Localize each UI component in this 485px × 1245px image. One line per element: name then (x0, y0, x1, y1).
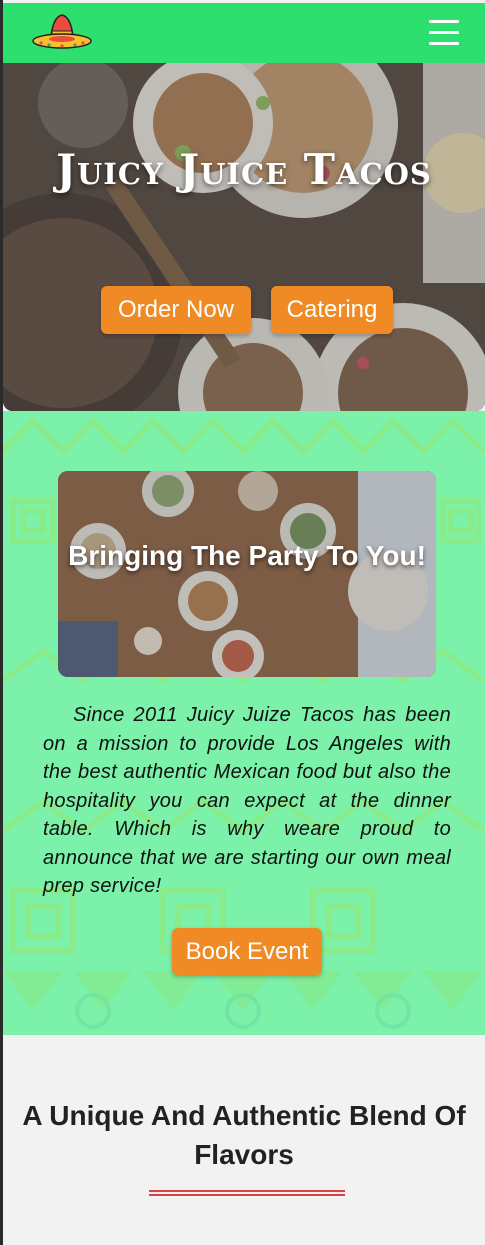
hero-banner: Juicy Juice Tacos Order Now Catering (3, 63, 485, 411)
catering-button[interactable]: Catering (271, 286, 393, 334)
story-paragraph: Since 2011 Juicy Juize Tacos has been on… (43, 704, 451, 897)
flavors-heading: A Unique And Authentic Blend Of Flavors (22, 1100, 466, 1170)
book-event-button[interactable]: Book Event (172, 928, 322, 975)
party-card-title: Bringing The Party To You! (68, 540, 426, 571)
party-image-card: Bringing The Party To You! (58, 471, 436, 677)
page: Juicy Juice Tacos Order Now Catering Bri… (3, 0, 485, 1245)
order-now-button[interactable]: Order Now (101, 286, 251, 334)
hero-title: Juicy Juice Tacos (56, 145, 432, 194)
sombrero-icon[interactable] (31, 13, 93, 55)
navbar (3, 3, 485, 63)
hamburger-menu-icon[interactable] (429, 20, 461, 50)
hero-overlay (3, 63, 485, 411)
party-section: Bringing The Party To You! Since 2011 Ju… (3, 411, 485, 1035)
heading-divider (149, 1190, 345, 1196)
